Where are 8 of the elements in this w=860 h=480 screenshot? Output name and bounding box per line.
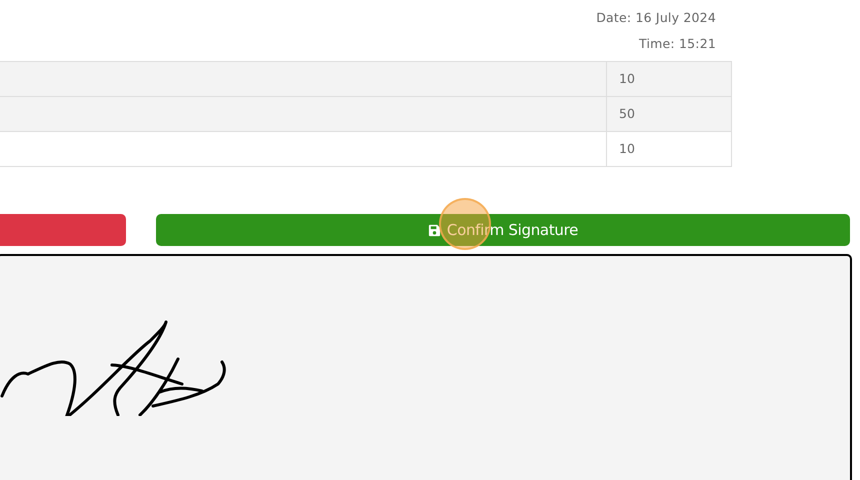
table-cell-text: 10 bbox=[618, 140, 636, 158]
save-icon bbox=[428, 224, 441, 236]
time-text: Time: 15:21 bbox=[639, 35, 716, 52]
confirm-signature-button[interactable]: Confirm Signature bbox=[156, 214, 850, 246]
table-cell: 50 bbox=[607, 97, 731, 131]
signature-pad[interactable] bbox=[0, 254, 852, 480]
date-text: Date: 16 July 2024 bbox=[596, 9, 716, 26]
table-cell: 10 bbox=[607, 62, 731, 96]
